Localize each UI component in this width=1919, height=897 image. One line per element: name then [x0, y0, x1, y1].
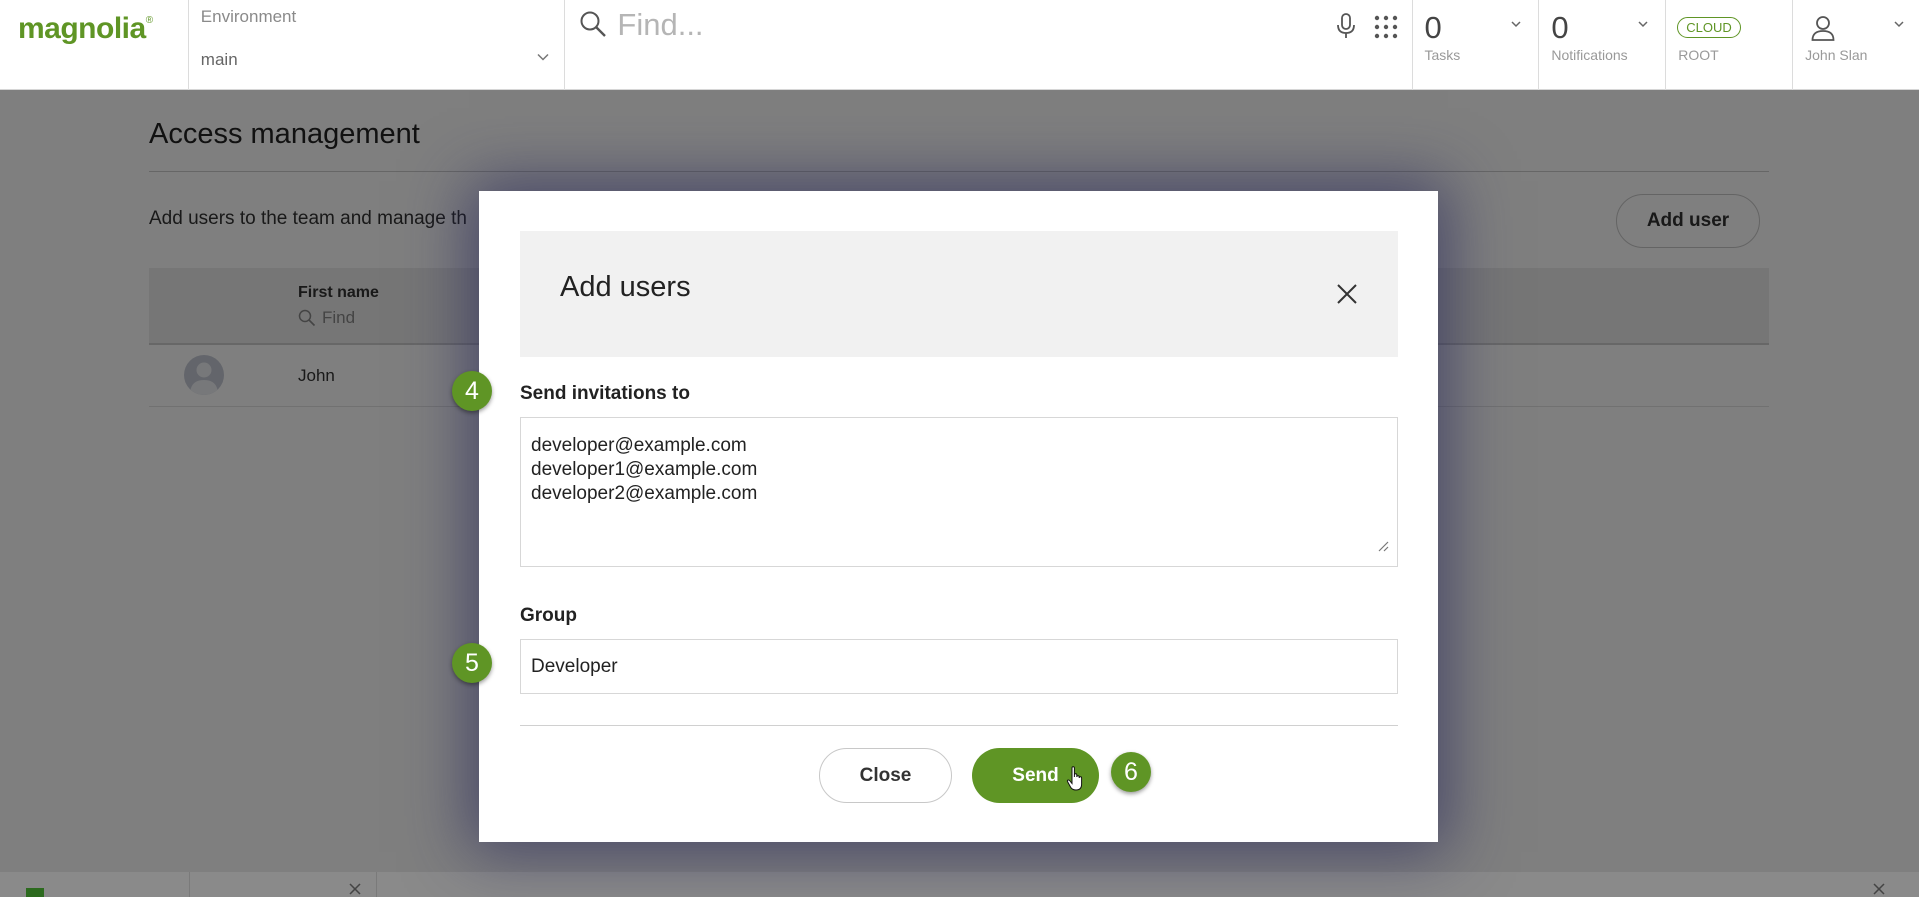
tasks-count: 0	[1424, 10, 1442, 45]
dialog-header: Add users	[520, 231, 1398, 357]
dialog-title: Add users	[560, 271, 691, 303]
chevron-down-icon	[537, 53, 549, 61]
apps-grid-icon[interactable]	[1373, 14, 1399, 40]
group-field[interactable]: Developer	[520, 639, 1398, 694]
user-icon	[1811, 16, 1835, 41]
cloud-label: ROOT	[1678, 47, 1719, 63]
bottom-tab-bar	[0, 872, 1919, 897]
search-area	[565, 0, 1413, 90]
microphone-icon[interactable]	[1335, 12, 1357, 40]
invite-label: Send invitations to	[520, 383, 690, 404]
step-badge-6: 6	[1111, 752, 1151, 792]
close-icon[interactable]	[1336, 283, 1358, 305]
step-badge-4: 4	[452, 371, 492, 411]
notifications-count: 0	[1551, 10, 1569, 45]
chevron-down-icon	[1894, 21, 1904, 28]
close-button[interactable]: Close	[819, 748, 952, 803]
cloud-badge: CLOUD	[1677, 17, 1741, 38]
pointer-cursor-icon	[1066, 766, 1083, 791]
notifications-label: Notifications	[1551, 47, 1628, 63]
app-tab[interactable]	[189, 872, 377, 897]
divider	[520, 725, 1398, 726]
group-label: Group	[520, 605, 577, 626]
invite-email: developer2@example.com	[531, 483, 758, 504]
top-bar: magnolia® Environment main 0 Tasks 0 Not…	[0, 0, 1919, 90]
environment-label: Environment	[200, 7, 297, 26]
invite-textarea[interactable]: developer@example.com developer1@example…	[520, 417, 1398, 567]
app-tab-icon[interactable]	[26, 888, 44, 897]
environment-value: main	[200, 50, 238, 69]
search-icon	[580, 11, 607, 37]
invite-email: developer@example.com	[531, 435, 747, 456]
invite-emails: developer@example.com developer1@example…	[531, 434, 757, 506]
tasks-label: Tasks	[1424, 47, 1461, 63]
user-menu[interactable]: John Slan	[1793, 0, 1919, 90]
close-icon[interactable]	[1872, 882, 1886, 896]
invite-email: developer1@example.com	[531, 459, 758, 480]
add-users-dialog: Add users Send invitations to developer@…	[479, 191, 1438, 842]
cloud-account[interactable]: CLOUD ROOT	[1666, 0, 1794, 90]
logo-text: magnolia®	[18, 12, 153, 45]
chevron-down-icon	[1511, 21, 1521, 28]
environment-selector[interactable]: Environment main	[189, 0, 566, 90]
notifications-menu[interactable]: 0 Notifications	[1539, 0, 1667, 90]
chevron-down-icon	[1638, 21, 1648, 28]
user-name: John Slan	[1805, 47, 1868, 63]
resize-handle-icon[interactable]	[1377, 540, 1389, 552]
step-badge-5: 5	[452, 643, 492, 683]
group-value: Developer	[531, 656, 618, 677]
logo[interactable]: magnolia®	[0, 0, 189, 90]
tasks-menu[interactable]: 0 Tasks	[1413, 0, 1540, 90]
search-input[interactable]	[617, 2, 1258, 48]
close-icon[interactable]	[348, 882, 362, 896]
